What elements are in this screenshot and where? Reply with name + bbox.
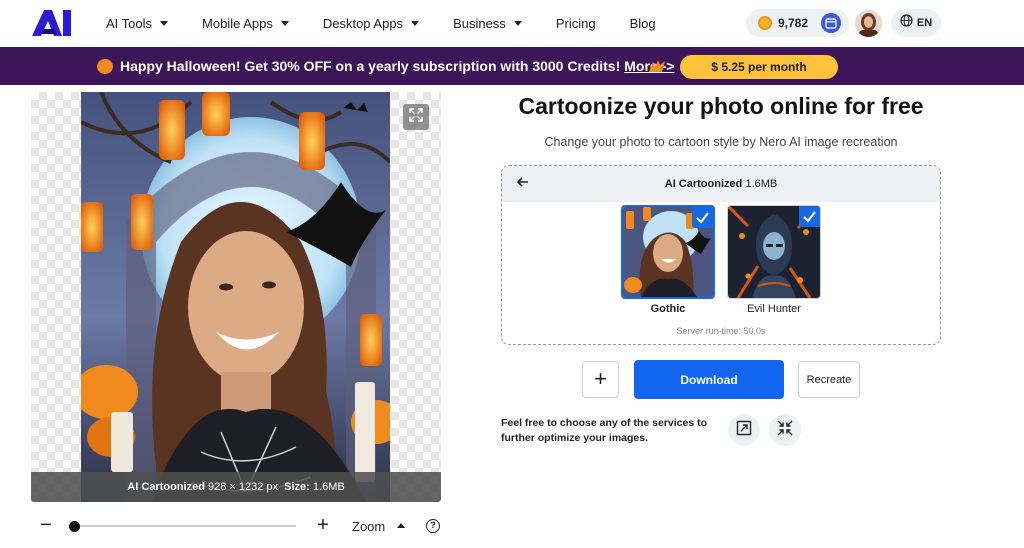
nav-label: Mobile Apps	[202, 16, 273, 31]
nav-label: Blog	[629, 16, 656, 31]
main-nav: AI Tools Mobile Apps Desktop Apps Busine…	[106, 0, 690, 47]
cartoonized-photo	[81, 92, 390, 502]
top-nav-bar: AI Tools Mobile Apps Desktop Apps Busine…	[0, 0, 1024, 47]
checkmark-icon	[799, 206, 820, 227]
result-size: 1.6MB	[745, 178, 778, 190]
compress-icon	[777, 420, 793, 441]
recreate-button[interactable]: Recreate	[798, 361, 860, 398]
style-label-evil-hunter: Evil Hunter	[747, 303, 801, 315]
credits-count: 9,782	[778, 16, 809, 30]
calendar-icon[interactable]	[821, 13, 841, 33]
pumpkin-icon	[97, 59, 113, 74]
globe-icon	[900, 14, 913, 32]
price-button[interactable]: $ 5.25 per month	[680, 55, 838, 79]
checkmark-icon	[692, 207, 713, 228]
chevron-up-icon[interactable]	[397, 523, 405, 528]
server-runtime: Server run-time: 50.0s	[676, 326, 766, 336]
expand-icon	[408, 107, 424, 128]
result-title-label: AI Cartoonized	[664, 178, 743, 190]
compress-service-button[interactable]	[769, 414, 801, 446]
upscale-icon	[736, 420, 752, 441]
promo-message: Happy Halloween! Get 30% OFF on a yearly…	[120, 58, 621, 74]
chevron-down-icon	[513, 21, 522, 26]
coin-icon	[758, 16, 772, 30]
caption-dimensions: 928 × 1232 px	[207, 481, 279, 493]
page-title: Cartoonize your photo online for free	[518, 93, 924, 119]
caption-size: 1.6MB	[312, 481, 345, 493]
zoom-out-button[interactable]: −	[39, 515, 53, 535]
nav-pricing[interactable]: Pricing	[556, 16, 596, 31]
style-label-gothic: Gothic	[650, 303, 686, 315]
image-info-caption: AI Cartoonized 928 × 1232 px Size: 1.6MB	[31, 472, 441, 502]
nav-mobile-apps[interactable]: Mobile Apps	[202, 16, 289, 31]
zoom-slider-thumb[interactable]	[69, 521, 80, 532]
nav-blog[interactable]: Blog	[630, 16, 656, 31]
zoom-slider-track[interactable]	[74, 525, 296, 527]
nero-ai-logo[interactable]	[30, 9, 74, 37]
result-panel: AI Cartoonized 1.6MB Gothic Evil Hunter …	[501, 165, 941, 345]
zoom-in-button[interactable]: +	[316, 515, 330, 535]
nav-label: Desktop Apps	[322, 16, 404, 31]
fullscreen-button[interactable]	[403, 104, 429, 130]
nav-desktop-apps[interactable]: Desktop Apps	[322, 16, 420, 31]
user-avatar[interactable]	[855, 10, 882, 37]
nav-ai-tools[interactable]: AI Tools	[106, 16, 169, 31]
caption-size-label: Size:	[284, 481, 310, 493]
download-button[interactable]: Download	[634, 360, 784, 399]
services-hint: Feel free to choose any of the services …	[501, 417, 707, 444]
promo-text: Happy Halloween! Get 30% OFF on a yearly…	[120, 58, 674, 74]
help-icon[interactable]: ?	[426, 519, 440, 533]
zoom-menu-label[interactable]: Zoom	[352, 519, 385, 534]
add-image-button[interactable]: +	[582, 361, 619, 398]
page-subtitle: Change your photo to cartoon style by Ne…	[544, 135, 898, 149]
nav-label: Pricing	[555, 16, 596, 31]
style-option-evil-hunter[interactable]	[727, 205, 821, 299]
style-option-gothic[interactable]	[621, 205, 715, 299]
chevron-down-icon	[160, 21, 169, 26]
caption-label: AI Cartoonized	[127, 481, 205, 493]
result-title: AI Cartoonized 1.6MB	[502, 178, 940, 190]
result-header: AI Cartoonized 1.6MB	[502, 166, 940, 202]
language-selector[interactable]: EN	[891, 9, 941, 37]
chevron-down-icon	[280, 21, 289, 26]
bat-icon	[647, 58, 667, 79]
nav-label: AI Tools	[106, 16, 153, 31]
promo-banner: Happy Halloween! Get 30% OFF on a yearly…	[0, 47, 1024, 85]
nav-label: Business	[453, 16, 506, 31]
credits-badge[interactable]: 9,782	[746, 9, 849, 37]
chevron-down-icon	[411, 21, 420, 26]
upscale-service-button[interactable]	[728, 414, 760, 446]
image-preview[interactable]	[31, 92, 441, 502]
nav-business[interactable]: Business	[453, 16, 522, 31]
language-code: EN	[916, 17, 933, 29]
